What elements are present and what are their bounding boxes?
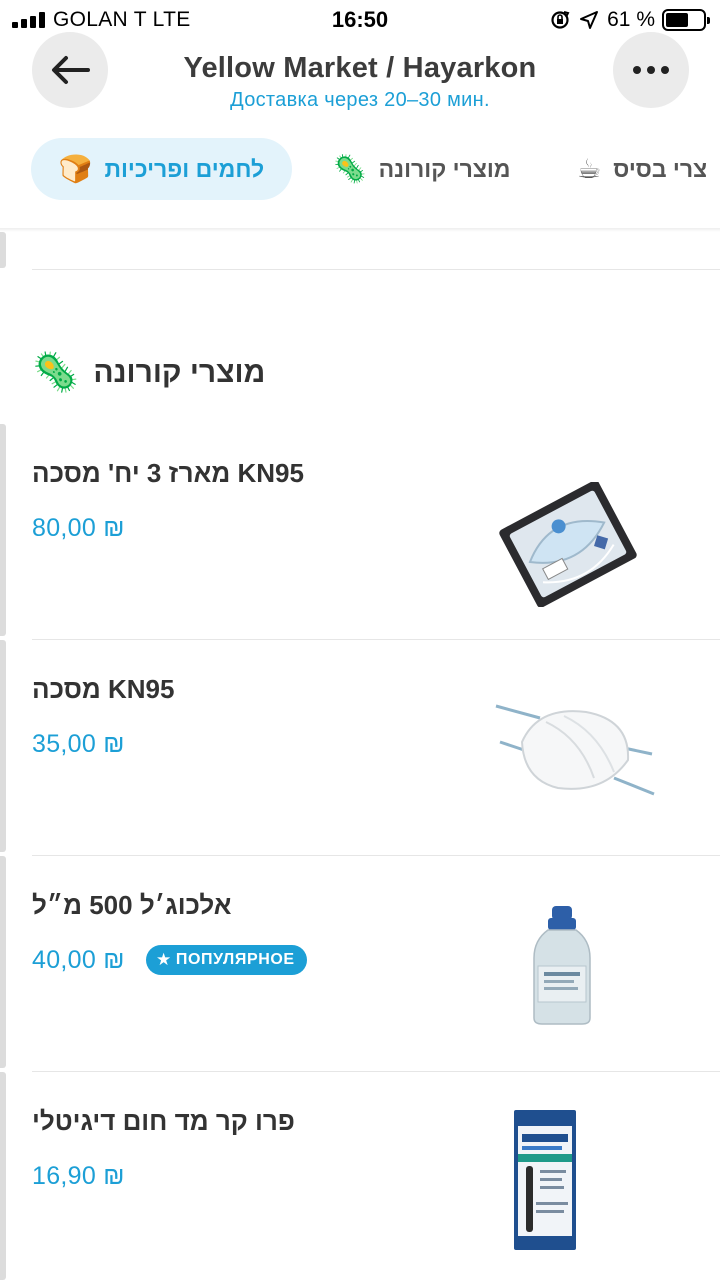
- list-item[interactable]: מסכה KN95 35,00 ₪: [32, 640, 720, 856]
- popular-badge: ★ ПОПУЛЯРНОЕ: [146, 945, 307, 975]
- sanitizer-bottle-image: [533, 906, 591, 1025]
- header-title-block: Yellow Market / Hayarkon Доставка через …: [120, 52, 600, 112]
- arrow-left-icon: [52, 56, 90, 84]
- tab-corona-products[interactable]: 🦠 מוצרי קורונה: [333, 138, 510, 200]
- item-edge: [0, 1072, 6, 1280]
- mask-pack-image: [499, 482, 637, 607]
- mask-image: [495, 704, 655, 796]
- location-arrow-icon: [579, 10, 599, 30]
- orientation-lock-icon: [549, 9, 571, 31]
- item-edge: [0, 856, 6, 1068]
- item-name: אלכוג׳ל 500 מ״ל: [32, 890, 232, 920]
- more-options-button[interactable]: [613, 32, 689, 108]
- item-edge: [0, 640, 6, 852]
- divider: [32, 269, 720, 270]
- scroll-edge: [0, 232, 6, 268]
- battery-icon: [662, 9, 710, 31]
- list-item[interactable]: אלכוג׳ל 500 מ״ל 40,00 ₪ ★ ПОПУЛЯРНОЕ: [32, 856, 720, 1072]
- item-price: 40,00 ₪: [32, 946, 125, 974]
- list-item[interactable]: מארז 3 יח' מסכה KN95 80,00 ₪: [32, 424, 720, 640]
- item-name: מארז 3 יח' מסכה KN95: [32, 458, 304, 488]
- coffee-icon: ☕: [577, 153, 602, 184]
- delivery-time: Доставка через 20–30 мин.: [230, 89, 490, 111]
- badge-label: ПОПУЛЯРНОЕ: [175, 951, 295, 968]
- item-price: 35,00 ₪: [32, 730, 125, 758]
- tab-label: מוצרי קורונה: [378, 155, 511, 182]
- tab-label: לחמים ופריכיות: [104, 155, 265, 182]
- virus-icon: 🦠: [32, 352, 80, 394]
- status-bar: GOLAN T LTE 16:50 61 %: [0, 0, 720, 40]
- tab-basic-products[interactable]: ☕ צרי בסיס: [577, 138, 707, 200]
- back-button[interactable]: [32, 32, 108, 108]
- item-name: פרו קר מד חום דיגיטלי: [32, 1106, 295, 1136]
- list-item[interactable]: פרו קר מד חום דיגיטלי 16,90 ₪: [32, 1072, 720, 1280]
- battery-percent: 61 %: [607, 8, 655, 31]
- tab-label: צרי בסיס: [613, 155, 708, 182]
- ellipsis-icon: [633, 66, 669, 74]
- header-shadow: [0, 228, 720, 232]
- item-price: 80,00 ₪: [32, 514, 125, 542]
- store-title: Yellow Market / Hayarkon: [183, 52, 537, 84]
- star-icon: ★: [156, 950, 172, 969]
- thermometer-image: [514, 1110, 576, 1250]
- item-edge: [0, 424, 6, 636]
- section-title-text: מוצרי קורונה: [93, 356, 266, 389]
- bread-icon: 🍞: [58, 154, 93, 184]
- tab-bread[interactable]: 🍞 לחמים ופריכיות: [31, 138, 292, 200]
- virus-icon: 🦠: [333, 154, 367, 184]
- item-name: מסכה KN95: [32, 674, 175, 704]
- section-title: 🦠 מוצרי קורונה: [32, 348, 265, 398]
- category-tabs: 🍞 לחמים ופריכיות 🦠 מוצרי קורונה ☕ צרי בס…: [0, 138, 720, 202]
- item-price: 16,90 ₪: [32, 1162, 125, 1190]
